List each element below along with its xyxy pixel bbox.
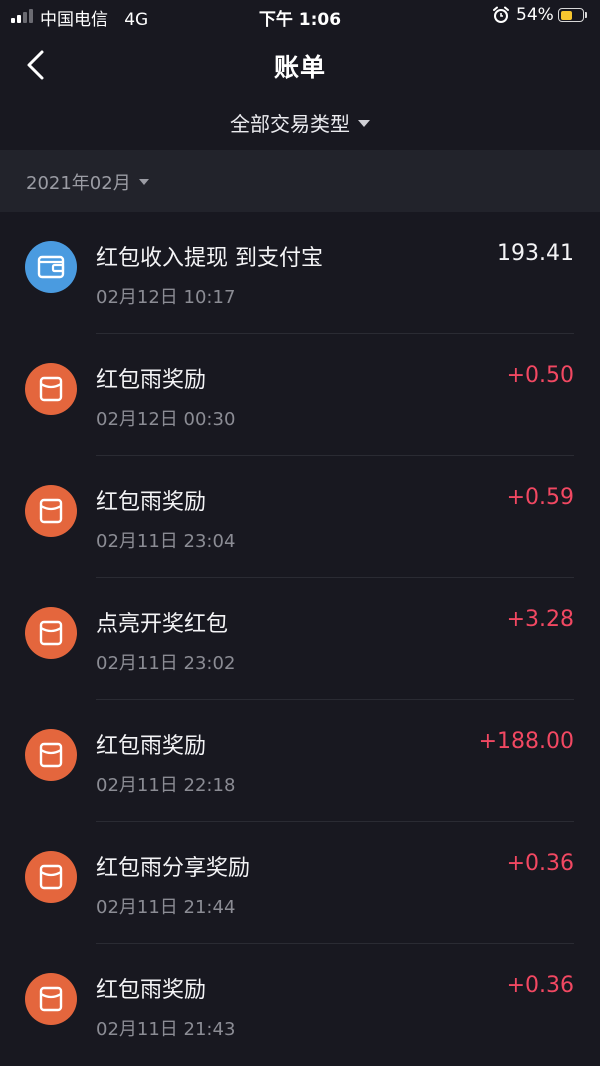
wallet-icon — [25, 241, 77, 293]
alarm-icon — [493, 6, 509, 23]
status-time: 下午 1:06 — [258, 10, 342, 30]
transaction-row[interactable]: 红包雨奖励 02月11日 23:04 +0.59 — [0, 456, 600, 578]
filter-label: 全部交易类型 — [230, 112, 350, 136]
transaction-row[interactable]: 红包雨奖励 02月11日 22:18 +188.00 — [0, 700, 600, 822]
transaction-title: 红包雨分享奖励 — [96, 856, 251, 881]
battery-percent: 54% — [516, 5, 554, 25]
month-label: 2021年02月 — [26, 173, 131, 194]
transaction-time: 02月11日 21:43 — [96, 1019, 236, 1040]
transaction-time: 02月11日 23:02 — [96, 653, 236, 674]
transaction-amount: 193.41 — [497, 241, 574, 266]
transaction-title: 红包雨奖励 — [96, 734, 207, 759]
transaction-time: 02月12日 00:30 — [96, 409, 236, 430]
transaction-amount: +0.36 — [506, 851, 574, 876]
transaction-title: 点亮开奖红包 — [96, 612, 229, 637]
transaction-time: 02月12日 10:17 — [96, 287, 236, 308]
page-title: 账单 — [273, 53, 326, 82]
red-packet-icon — [25, 851, 77, 903]
month-picker[interactable]: 2021年02月 — [26, 169, 149, 195]
red-packet-icon — [25, 363, 77, 415]
nav-bar: 账单 — [0, 34, 600, 96]
transaction-title: 红包收入提现 到支付宝 — [96, 246, 323, 271]
transaction-amount: +3.28 — [506, 607, 574, 632]
transaction-time: 02月11日 23:04 — [96, 531, 236, 552]
bill-screen: 中国电信 4G 下午 1:06 54% 账单 全部交易类型 2021年02月 红… — [0, 0, 600, 1066]
month-section-header: 2021年02月 — [0, 150, 600, 212]
transaction-amount: +0.50 — [506, 363, 574, 388]
transaction-amount: +188.00 — [478, 729, 574, 754]
dropdown-caret-icon — [138, 179, 149, 185]
transaction-row[interactable]: 红包收入提现 到支付宝 02月12日 10:17 193.41 — [0, 212, 600, 334]
transaction-amount: +0.36 — [506, 973, 574, 998]
transaction-title: 红包雨奖励 — [96, 490, 207, 515]
red-packet-icon — [25, 973, 77, 1025]
red-packet-icon — [25, 485, 77, 537]
transaction-row[interactable]: 红包雨奖励 02月11日 21:43 +0.36 — [0, 944, 600, 1066]
battery-icon — [558, 8, 584, 22]
transaction-type-filter[interactable]: 全部交易类型 — [230, 108, 370, 137]
transaction-row[interactable]: 红包雨奖励 02月12日 00:30 +0.50 — [0, 334, 600, 456]
status-bar: 中国电信 4G 下午 1:06 54% — [0, 0, 600, 32]
transaction-time: 02月11日 22:18 — [96, 775, 236, 796]
red-packet-icon — [25, 607, 77, 659]
transaction-title: 红包雨奖励 — [96, 368, 207, 393]
transaction-list: 红包收入提现 到支付宝 02月12日 10:17 193.41 红包雨奖励 02… — [0, 212, 600, 1066]
transaction-row[interactable]: 红包雨分享奖励 02月11日 21:44 +0.36 — [0, 822, 600, 944]
transaction-title: 红包雨奖励 — [96, 978, 207, 1003]
dropdown-caret-icon — [358, 120, 370, 127]
transaction-time: 02月11日 21:44 — [96, 897, 236, 918]
red-packet-icon — [25, 729, 77, 781]
transaction-row[interactable]: 点亮开奖红包 02月11日 23:02 +3.28 — [0, 578, 600, 700]
transaction-amount: +0.59 — [506, 485, 574, 510]
